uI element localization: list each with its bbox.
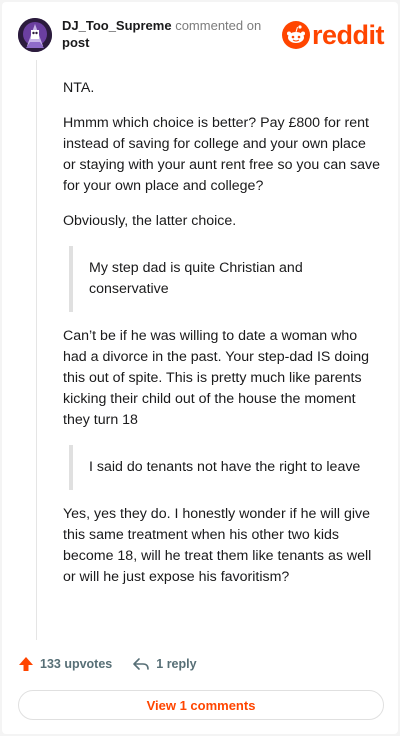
comment-paragraph: NTA. [63,80,95,96]
view-comments-button[interactable]: View 1 comments [18,690,384,720]
comment-paragraph: Yes, yes they do. I honestly wonder if h… [63,506,372,585]
comment-header: DJ_Too_Supreme commented on post reddit [18,14,385,54]
comment-meta: DJ_Too_Supreme commented on post [62,17,282,51]
reply-arrow-icon [133,658,150,670]
blockquote: I said do tenants not have the right to … [69,445,381,490]
comment-paragraph: Obviously, the latter choice. [63,213,237,229]
comment-paragraph: Hmmm which choice is better? Pay £800 fo… [63,115,381,194]
username-link[interactable]: DJ_Too_Supreme [62,18,172,33]
reply-button[interactable]: 1 reply [132,656,197,672]
comment-paragraph: Can’t be if he was willing to date a wom… [63,328,370,428]
quote-text: My step dad is quite Christian and conse… [89,260,303,297]
action-text: commented on [175,18,262,33]
comment-footer: 133 upvotes 1 reply [18,654,217,674]
blockquote: My step dad is quite Christian and conse… [69,246,381,312]
upvote-button[interactable]: 133 upvotes [18,656,112,672]
comment-card: DJ_Too_Supreme commented on post reddit … [2,2,398,734]
upvote-arrow-icon [19,657,33,671]
reply-count: 1 reply [156,657,197,671]
reddit-snoo-icon [281,21,310,49]
reddit-wordmark: reddit [311,20,385,50]
comment-body: NTA. Hmmm which choice is better? Pay £8… [63,78,381,602]
upvote-count: 133 upvotes [40,657,113,671]
thread-line [36,60,37,640]
user-avatar[interactable] [18,18,52,52]
quote-text: I said do tenants not have the right to … [89,459,361,475]
post-link[interactable]: post [62,34,282,51]
reddit-logo[interactable]: reddit [281,20,385,50]
